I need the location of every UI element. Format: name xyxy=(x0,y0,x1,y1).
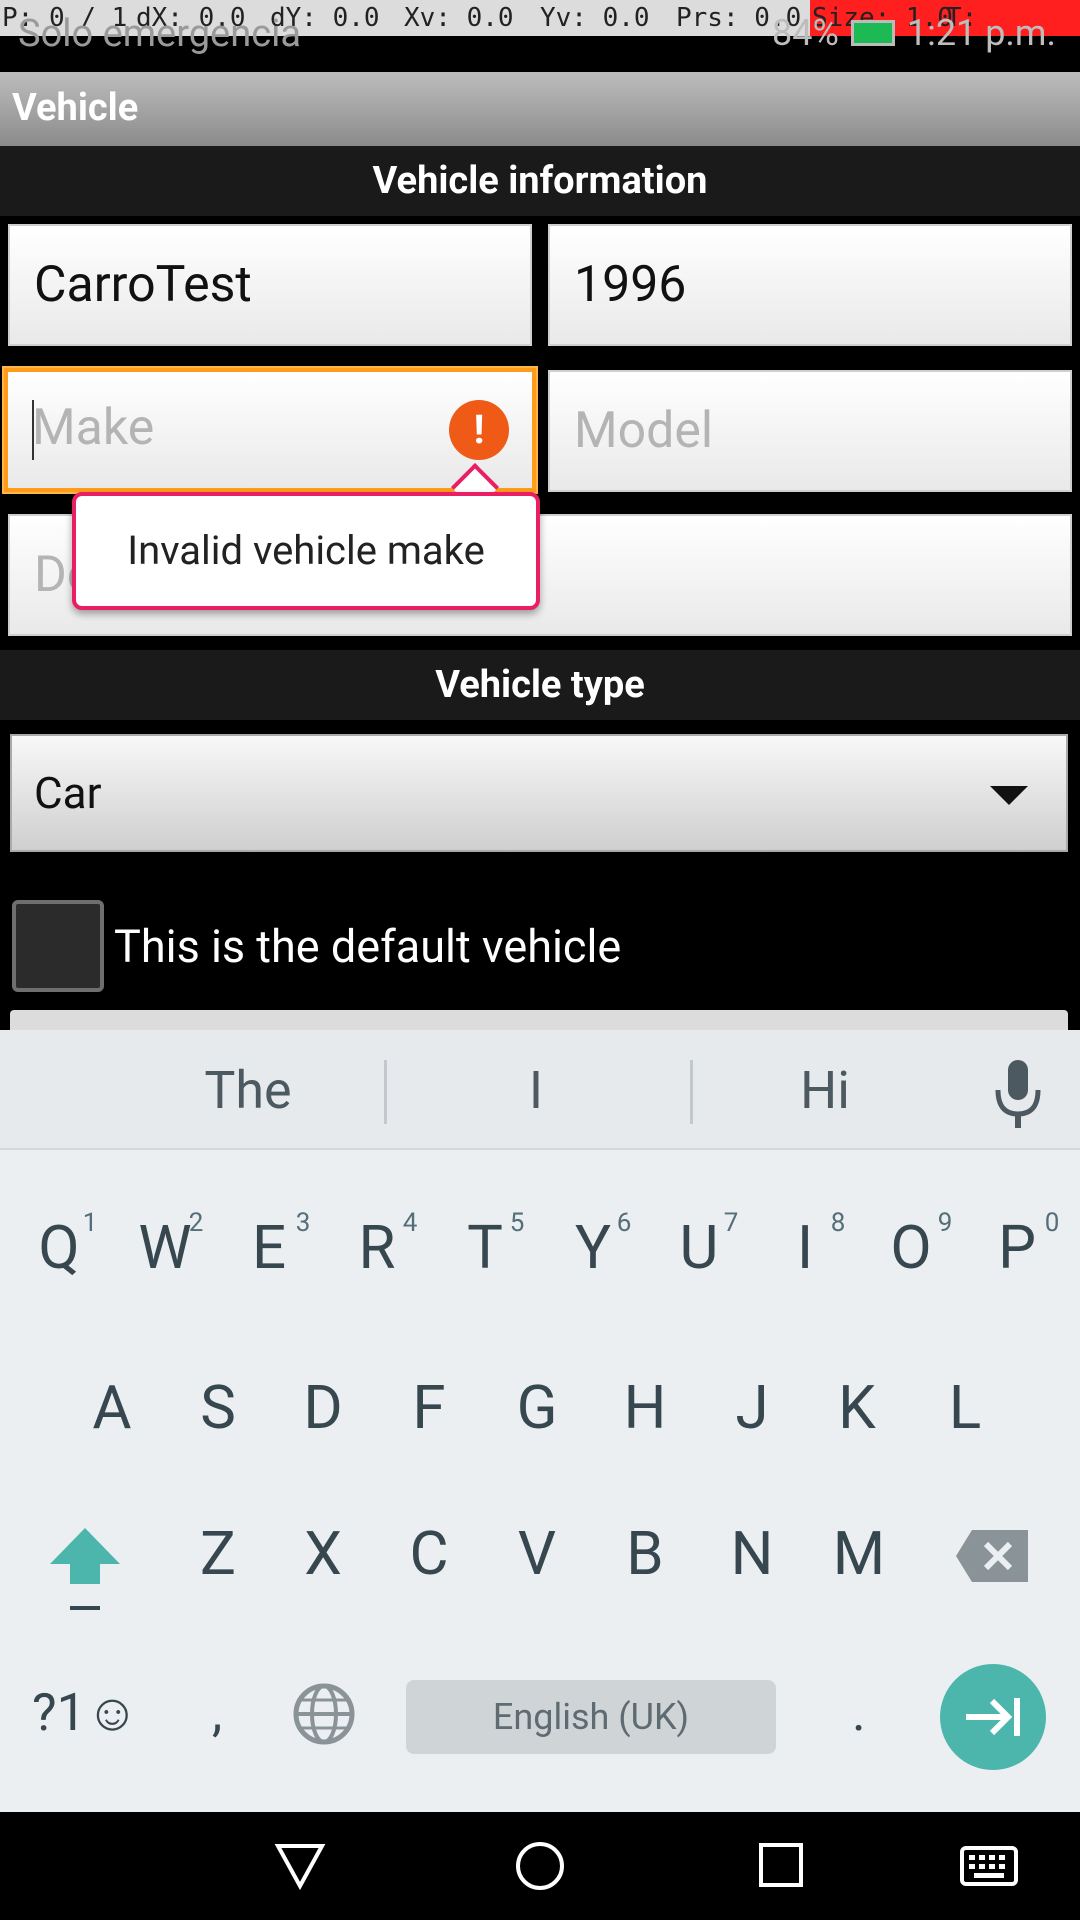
battery-icon xyxy=(850,20,895,46)
chevron-down-icon xyxy=(990,786,1028,805)
suggestion-3[interactable]: Hi xyxy=(675,1060,975,1121)
globe-icon[interactable] xyxy=(292,1682,356,1746)
carrier-text: Solo emergencia xyxy=(18,12,301,56)
soft-keyboard: The I Hi Q 1 W 2 E 3 R 4 T 5 Y 6 U 7 I 8… xyxy=(0,1030,1080,1812)
home-circle-icon[interactable] xyxy=(514,1840,566,1892)
key-l[interactable]: L xyxy=(920,1372,1010,1443)
debug-xv: Xv: 0.0 xyxy=(404,3,514,33)
key-g[interactable]: G xyxy=(492,1372,582,1443)
suggestion-2[interactable]: I xyxy=(386,1060,686,1121)
key-hint: 6 xyxy=(616,1208,632,1238)
key-hint: 4 xyxy=(402,1208,418,1238)
key-d[interactable]: D xyxy=(278,1372,368,1443)
app-bar: Vehicle xyxy=(0,72,1080,146)
key-hint: 0 xyxy=(1044,1208,1060,1238)
key-b[interactable]: B xyxy=(600,1518,690,1589)
vehicle-type-selected: Car xyxy=(34,767,102,819)
key-hint: 3 xyxy=(295,1208,311,1238)
key-c[interactable]: C xyxy=(384,1518,474,1589)
recents-square-icon[interactable] xyxy=(758,1842,804,1888)
key-row-1: Q 1 W 2 E 3 R 4 T 5 Y 6 U 7 I 8 O 9 P 0 xyxy=(0,1170,1080,1283)
comma-key[interactable]: , xyxy=(212,1682,222,1743)
next-field-key[interactable] xyxy=(940,1664,1046,1770)
key-v[interactable]: V xyxy=(492,1518,582,1589)
key-hint: 8 xyxy=(830,1208,846,1238)
vehicle-year-field[interactable]: 1996 xyxy=(548,224,1072,346)
battery-percent: 84% xyxy=(772,12,839,54)
key-hint: 7 xyxy=(723,1208,739,1238)
key-a[interactable]: A xyxy=(67,1372,157,1443)
text-cursor xyxy=(32,400,34,460)
key-f[interactable]: F xyxy=(384,1372,474,1443)
model-field[interactable]: Model xyxy=(548,370,1072,492)
key-z[interactable]: Z xyxy=(173,1518,263,1589)
key-h[interactable]: H xyxy=(600,1372,690,1443)
key-row-2: A S D F G H J K L xyxy=(0,1360,1080,1470)
vehicle-type-header: Vehicle type xyxy=(0,650,1080,720)
vehicle-info-header: Vehicle information xyxy=(0,146,1080,216)
key-m[interactable]: M xyxy=(814,1518,904,1589)
suggestion-strip: The I Hi xyxy=(0,1030,1080,1150)
backspace-icon[interactable] xyxy=(954,1528,1030,1584)
warning-icon: ! xyxy=(449,400,509,460)
symbols-key[interactable]: ?1☺ xyxy=(32,1682,139,1743)
keyboard-icon[interactable] xyxy=(960,1846,1018,1886)
back-triangle-icon[interactable] xyxy=(274,1842,326,1890)
key-x[interactable]: X xyxy=(278,1518,368,1589)
suggestion-1[interactable]: The xyxy=(98,1060,398,1121)
period-key[interactable]: . xyxy=(852,1682,866,1743)
app-title: Vehicle xyxy=(12,86,139,130)
key-row-3: Z X C V B N M xyxy=(0,1518,1080,1628)
key-k[interactable]: K xyxy=(812,1372,902,1443)
key-hint: 5 xyxy=(509,1208,525,1238)
next-control-partial xyxy=(10,1010,1068,1030)
next-field-icon xyxy=(966,1698,1020,1736)
vehicle-name-field[interactable]: CarroTest xyxy=(8,224,532,346)
key-j[interactable]: J xyxy=(707,1372,797,1443)
debug-yv: Yv: 0.0 xyxy=(540,3,650,33)
key-hint: 2 xyxy=(188,1208,204,1238)
mic-icon[interactable] xyxy=(992,1058,1044,1130)
navigation-bar xyxy=(0,1812,1080,1920)
key-hint: 1 xyxy=(82,1208,98,1238)
key-n[interactable]: N xyxy=(707,1518,797,1589)
key-hint: 9 xyxy=(937,1208,953,1238)
space-key[interactable]: English (UK) xyxy=(406,1680,776,1754)
vehicle-type-dropdown[interactable]: Car xyxy=(10,734,1068,852)
error-tooltip: Invalid vehicle make xyxy=(72,492,540,610)
clock: 1:21 p.m. xyxy=(906,12,1056,54)
default-vehicle-checkbox[interactable] xyxy=(12,900,104,992)
default-vehicle-label: This is the default vehicle xyxy=(114,920,622,973)
key-s[interactable]: S xyxy=(173,1372,263,1443)
status-right: 84% 1:21 p.m. xyxy=(772,12,1056,54)
